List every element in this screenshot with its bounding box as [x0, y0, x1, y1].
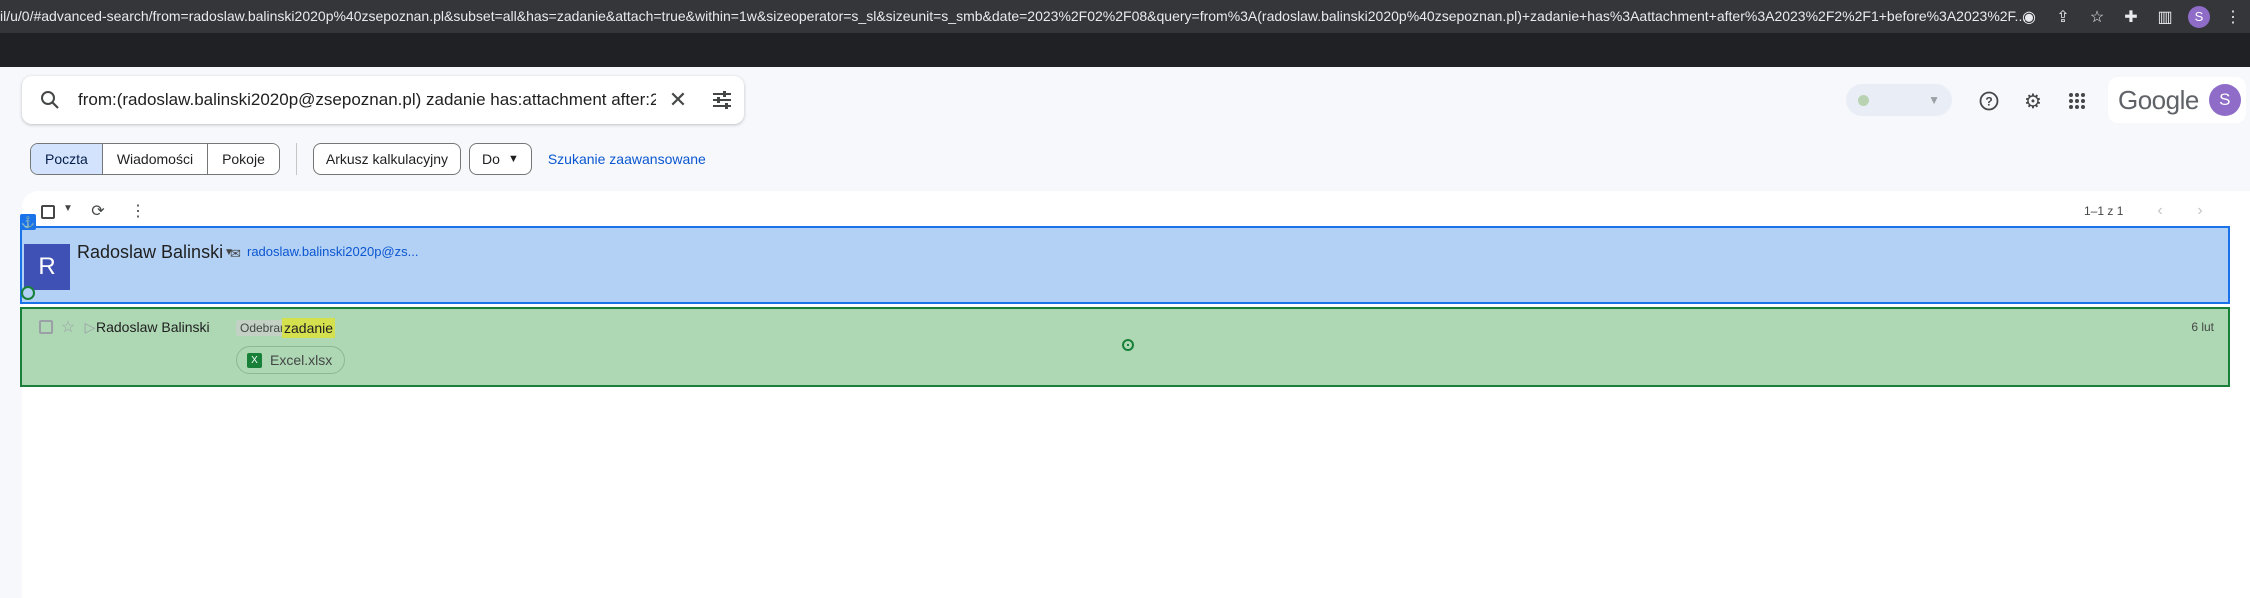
attachment-chip[interactable]: X Excel.xlsx: [236, 346, 346, 374]
contact-email-link[interactable]: radoslaw.balinski2020p@zs...: [247, 244, 418, 259]
filter-chip-spreadsheet-label: Arkusz kalkulacyjny: [325, 151, 449, 167]
previous-page-icon[interactable]: ‹: [2148, 199, 2172, 223]
search-box[interactable]: from:(radoslaw.balinski2020p@zsepoznan.p…: [22, 76, 744, 124]
filter-divider: [295, 143, 297, 175]
url-text[interactable]: il/u/0/#advanced-search/from=radoslaw.ba…: [0, 0, 2030, 33]
excel-file-icon: X: [247, 352, 262, 368]
browser-bar-strip: [0, 33, 2250, 67]
scope-mail[interactable]: Poczta: [31, 144, 103, 174]
star-icon[interactable]: ☆: [56, 315, 80, 339]
status-selector[interactable]: ▼: [1846, 84, 1952, 116]
advanced-search-link[interactable]: Szukanie zaawansowane: [548, 151, 706, 167]
side-panel-icon[interactable]: ▥: [2148, 0, 2182, 33]
eye-icon[interactable]: ◉: [2012, 0, 2046, 33]
clear-search-icon[interactable]: ✕: [656, 76, 700, 124]
mail-icon: ✉: [230, 246, 241, 261]
google-account-box[interactable]: Google S: [2108, 77, 2246, 123]
scope-rooms[interactable]: Pokoje: [208, 144, 279, 174]
status-dot-icon: [1858, 94, 1869, 106]
refresh-icon[interactable]: ⟳: [86, 199, 110, 223]
search-input[interactable]: from:(radoslaw.balinski2020p@zsepoznan.p…: [78, 90, 656, 110]
attachment-filename: Excel.xlsx: [270, 352, 333, 368]
help-icon[interactable]: ?: [1972, 84, 2006, 118]
browser-url-bar: il/u/0/#advanced-search/from=radoslaw.ba…: [0, 0, 2250, 33]
filter-chip-spreadsheet[interactable]: Arkusz kalkulacyjny: [312, 143, 462, 175]
gmail-app: from:(radoslaw.balinski2020p@zsepoznan.p…: [0, 67, 2250, 598]
anchor-icon: ⚓: [20, 214, 36, 230]
svg-text:?: ?: [1985, 95, 1992, 109]
search-filter-bar: Poczta Wiadomości Pokoje Arkusz kalkulac…: [30, 143, 706, 175]
target-marker-icon: [21, 286, 35, 300]
bookmark-star-icon[interactable]: ☆: [2080, 0, 2114, 33]
account-avatar[interactable]: S: [2208, 84, 2241, 116]
settings-gear-icon[interactable]: ⚙: [2016, 84, 2050, 118]
email-sender: Radoslaw Balinski: [96, 319, 210, 335]
google-logo: Google: [2118, 84, 2199, 115]
email-row[interactable]: ☆ ▷ Radoslaw Balinski Odebrane zadanie X…: [20, 307, 2230, 387]
chevron-down-icon: ▼: [507, 153, 519, 165]
select-all-checkbox[interactable]: [41, 205, 55, 219]
profile-initial: S: [2188, 5, 2210, 28]
scope-segmented-control: Poczta Wiadomości Pokoje: [30, 143, 280, 175]
search-icon[interactable]: [22, 76, 78, 124]
browser-actions: ◉ ⇪ ☆ ✚ ▥ S ⋮: [2012, 0, 2250, 33]
next-page-icon[interactable]: ›: [2188, 199, 2212, 223]
share-icon[interactable]: ⇪: [2046, 0, 2080, 33]
filter-chip-to-label: Do: [482, 151, 500, 167]
select-menu-chevron-icon[interactable]: ▼: [63, 203, 73, 214]
contact-card[interactable]: ⚓ R Radoslaw Balinski ▼ ✉ radoslaw.balin…: [20, 214, 2230, 304]
browser-menu-icon[interactable]: ⋮: [2216, 0, 2250, 33]
search-options-icon[interactable]: [700, 76, 744, 124]
contact-avatar: R: [24, 244, 70, 290]
more-options-icon[interactable]: ⋮: [126, 199, 150, 223]
filter-chip-to[interactable]: Do ▼: [469, 143, 532, 175]
scope-messages[interactable]: Wiadomości: [102, 144, 209, 174]
extensions-puzzle-icon[interactable]: ✚: [2114, 0, 2148, 33]
contact-name[interactable]: Radoslaw Balinski: [77, 242, 223, 263]
message-list-panel: ▼ ⟳ ⋮ 1–1 z 1 ‹ › ⚓ R Radoslaw Balinski …: [20, 191, 2250, 598]
email-subject: zadanie: [282, 318, 336, 338]
apps-grid-icon[interactable]: [2060, 84, 2094, 118]
chevron-down-icon: ▼: [1928, 93, 1940, 107]
crosshair-marker-icon: [1122, 339, 1134, 351]
profile-avatar[interactable]: S: [2182, 0, 2216, 33]
row-checkbox[interactable]: [39, 320, 53, 334]
pagination-count: 1–1 z 1: [2084, 204, 2124, 218]
email-date: 6 lut: [2191, 320, 2214, 334]
